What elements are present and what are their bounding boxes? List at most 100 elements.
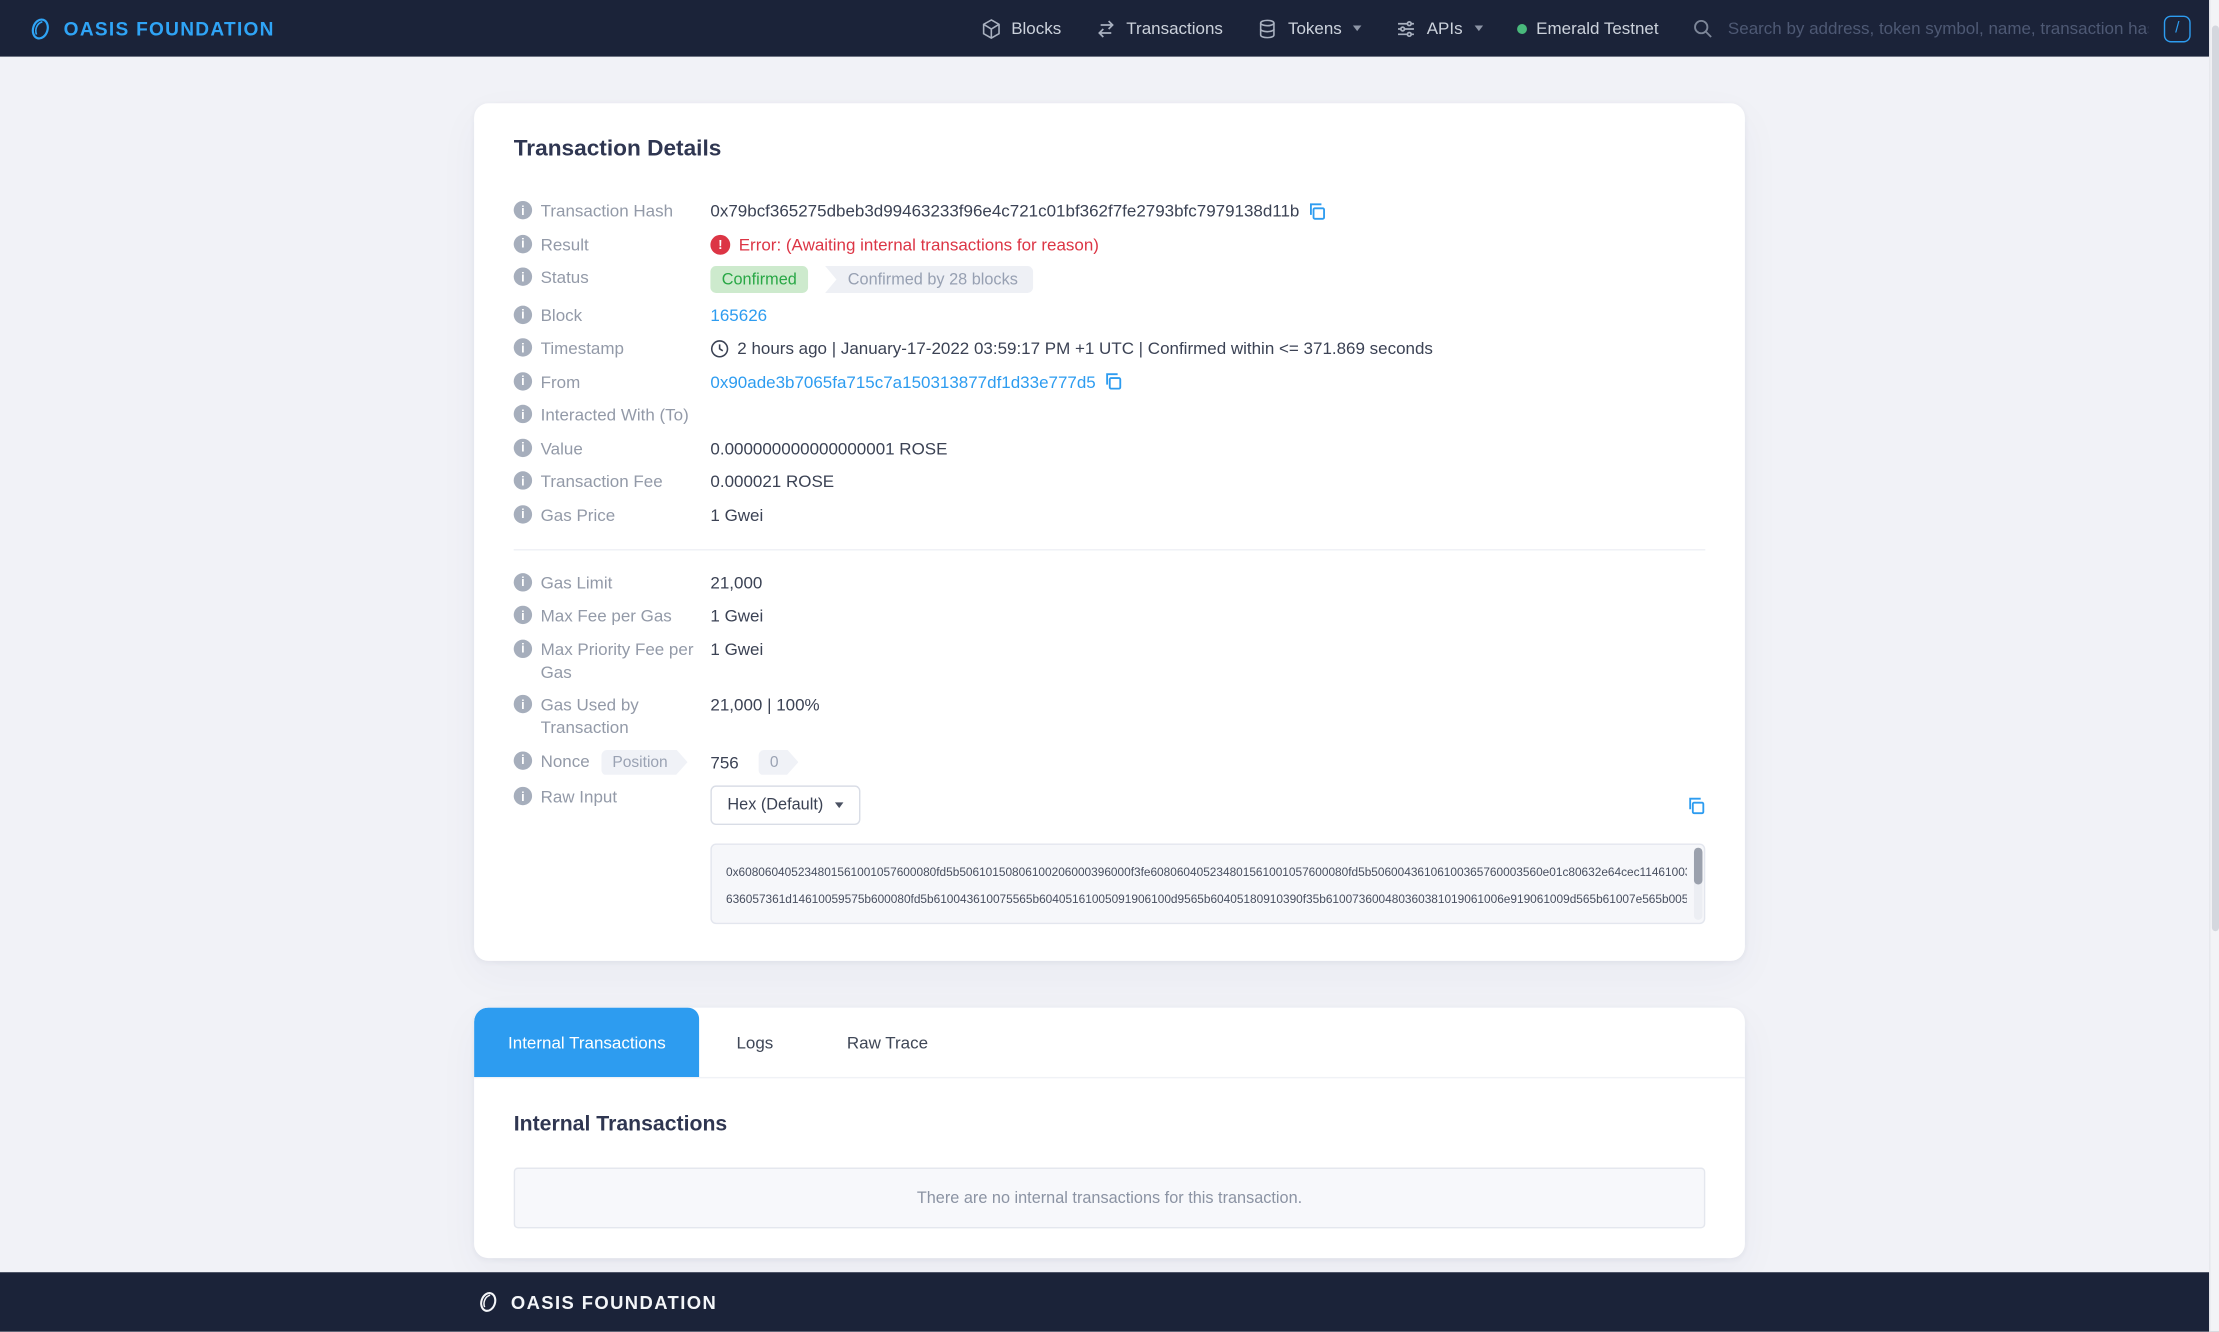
footer-brand-text: OASIS FOUNDATION xyxy=(511,1291,717,1312)
row-label: Max Fee per Gas xyxy=(541,604,672,627)
row-label: Block xyxy=(541,304,583,327)
row-transaction-hash: i Transaction Hash 0x79bcf365275dbeb3d99… xyxy=(514,200,1706,223)
row-transaction-fee: i Transaction Fee 0.000021 ROSE xyxy=(514,470,1706,493)
clock-icon xyxy=(710,339,728,357)
row-label: From xyxy=(541,370,581,393)
tokens-coins-icon xyxy=(1257,18,1278,39)
gas-price-value: 1 Gwei xyxy=(710,503,763,526)
tab-internal-transactions[interactable]: Internal Transactions xyxy=(474,1008,700,1077)
nav-item-tokens[interactable]: Tokens xyxy=(1257,18,1362,39)
search-icon xyxy=(1693,18,1713,38)
row-from: i From 0x90ade3b7065fa715c7a150313877df1… xyxy=(514,370,1706,393)
row-interacted-with: i Interacted With (To) xyxy=(514,403,1706,426)
main-nav: Blocks Transactions Tokens xyxy=(980,18,1659,39)
from-address-link[interactable]: 0x90ade3b7065fa715c7a150313877df1d33e777… xyxy=(710,370,1095,393)
error-icon: ! xyxy=(710,234,730,254)
nonce-value: 756 xyxy=(710,751,738,774)
page-footer: OASIS FOUNDATION xyxy=(0,1272,2219,1331)
transaction-hash-value: 0x79bcf365275dbeb3d99463233f96e4c721c01b… xyxy=(710,200,1299,223)
page-title: Transaction Details xyxy=(514,137,1706,162)
position-value-badge: 0 xyxy=(759,749,799,774)
info-icon: i xyxy=(514,305,532,323)
row-label: Gas Used by Transaction xyxy=(541,693,700,738)
transactions-arrows-icon xyxy=(1095,18,1116,39)
gas-used-value: 21,000 | 100% xyxy=(710,693,819,716)
oasis-logo-icon xyxy=(28,16,52,40)
nav-label: APIs xyxy=(1427,18,1463,38)
info-icon: i xyxy=(514,405,532,423)
row-label: Value xyxy=(541,437,583,460)
internal-transactions-panel: Internal Transactions There are no inter… xyxy=(474,1078,1745,1258)
row-max-fee: i Max Fee per Gas 1 Gwei xyxy=(514,604,1706,627)
hex-scrollbar-track[interactable] xyxy=(1694,848,1702,920)
tab-logs[interactable]: Logs xyxy=(700,1008,810,1077)
position-badge: Position xyxy=(601,749,688,774)
network-status-dot-icon xyxy=(1516,23,1526,33)
nav-item-transactions[interactable]: Transactions xyxy=(1095,18,1223,39)
search-shortcut-badge: / xyxy=(2164,15,2191,42)
row-gas-price: i Gas Price 1 Gwei xyxy=(514,503,1706,526)
page-scrollbar-track[interactable] xyxy=(2209,0,2219,1332)
hex-scrollbar-thumb[interactable] xyxy=(1694,848,1702,885)
blocks-cube-icon xyxy=(980,18,1001,39)
tab-bar: Internal Transactions Logs Raw Trace xyxy=(474,1008,1745,1079)
transaction-tabs-card: Internal Transactions Logs Raw Trace Int… xyxy=(474,1008,1745,1258)
page: OASIS FOUNDATION Blocks Transactions xyxy=(0,0,2219,1332)
value-amount: 0.000000000000000001 ROSE xyxy=(710,437,947,460)
info-icon: i xyxy=(514,234,532,252)
footer-brand[interactable]: OASIS FOUNDATION xyxy=(477,1291,717,1314)
info-icon: i xyxy=(514,438,532,456)
apis-sliders-icon xyxy=(1396,18,1417,39)
nav-item-blocks[interactable]: Blocks xyxy=(980,18,1061,39)
fee-amount: 0.000021 ROSE xyxy=(710,470,834,493)
row-value: i Value 0.000000000000000001 ROSE xyxy=(514,437,1706,460)
raw-input-hex-area[interactable]: 0x608060405234801561001057600080fd5b5061… xyxy=(710,843,1705,924)
nav-item-apis[interactable]: APIs xyxy=(1396,18,1483,39)
row-raw-input: i Raw Input Hex (Default) 0x608060405234… xyxy=(514,785,1706,924)
row-max-priority-fee: i Max Priority Fee per Gas 1 Gwei xyxy=(514,638,1706,683)
panel-title: Internal Transactions xyxy=(514,1112,1706,1136)
result-error-text: Error: (Awaiting internal transactions f… xyxy=(739,233,1099,256)
row-label: Nonce xyxy=(541,749,590,772)
info-icon: i xyxy=(514,751,532,769)
nav-item-network-selector[interactable]: Emerald Testnet xyxy=(1516,18,1658,38)
empty-state: There are no internal transactions for t… xyxy=(514,1168,1706,1229)
row-result: i Result ! Error: (Awaiting internal tra… xyxy=(514,233,1706,256)
nav-label: Emerald Testnet xyxy=(1536,18,1658,38)
info-icon: i xyxy=(514,787,532,805)
brand-text: OASIS FOUNDATION xyxy=(64,18,275,39)
transaction-details-card: Transaction Details i Transaction Hash 0… xyxy=(474,103,1745,961)
copy-icon[interactable] xyxy=(1308,202,1326,220)
info-icon: i xyxy=(514,267,532,285)
search-input[interactable] xyxy=(1725,17,2151,40)
timestamp-value: 2 hours ago | January-17-2022 03:59:17 P… xyxy=(737,337,1433,360)
nav-label: Transactions xyxy=(1126,18,1223,38)
raw-input-format-dropdown[interactable]: Hex (Default) xyxy=(710,785,860,825)
info-icon: i xyxy=(514,201,532,219)
row-label: Gas Price xyxy=(541,503,616,526)
info-icon: i xyxy=(514,572,532,590)
row-label: Raw Input xyxy=(541,785,617,808)
copy-icon[interactable] xyxy=(1687,796,1705,814)
section-divider xyxy=(514,548,1706,549)
tab-raw-trace[interactable]: Raw Trace xyxy=(810,1008,965,1077)
copy-icon[interactable] xyxy=(1104,372,1122,390)
gas-limit-value: 21,000 xyxy=(710,571,762,594)
info-icon: i xyxy=(514,471,532,489)
row-status: i Status Confirmed Confirmed by 28 block… xyxy=(514,266,1706,293)
row-gas-limit: i Gas Limit 21,000 xyxy=(514,571,1706,594)
header-brand[interactable]: OASIS FOUNDATION xyxy=(28,16,274,40)
row-label: Status xyxy=(541,266,589,289)
row-label: Max Priority Fee per Gas xyxy=(541,638,700,683)
nav-label: Tokens xyxy=(1288,18,1342,38)
info-icon: i xyxy=(514,338,532,356)
info-icon: i xyxy=(514,371,532,389)
page-scrollbar-thumb[interactable] xyxy=(2212,25,2219,931)
dropdown-selected-value: Hex (Default) xyxy=(727,797,823,814)
max-priority-fee-value: 1 Gwei xyxy=(710,638,763,661)
chevron-down-icon xyxy=(1353,25,1361,31)
nav-label: Blocks xyxy=(1011,18,1061,38)
row-gas-used: i Gas Used by Transaction 21,000 | 100% xyxy=(514,693,1706,738)
block-number-link[interactable]: 165626 xyxy=(710,304,767,327)
chevron-down-icon xyxy=(1474,25,1482,31)
